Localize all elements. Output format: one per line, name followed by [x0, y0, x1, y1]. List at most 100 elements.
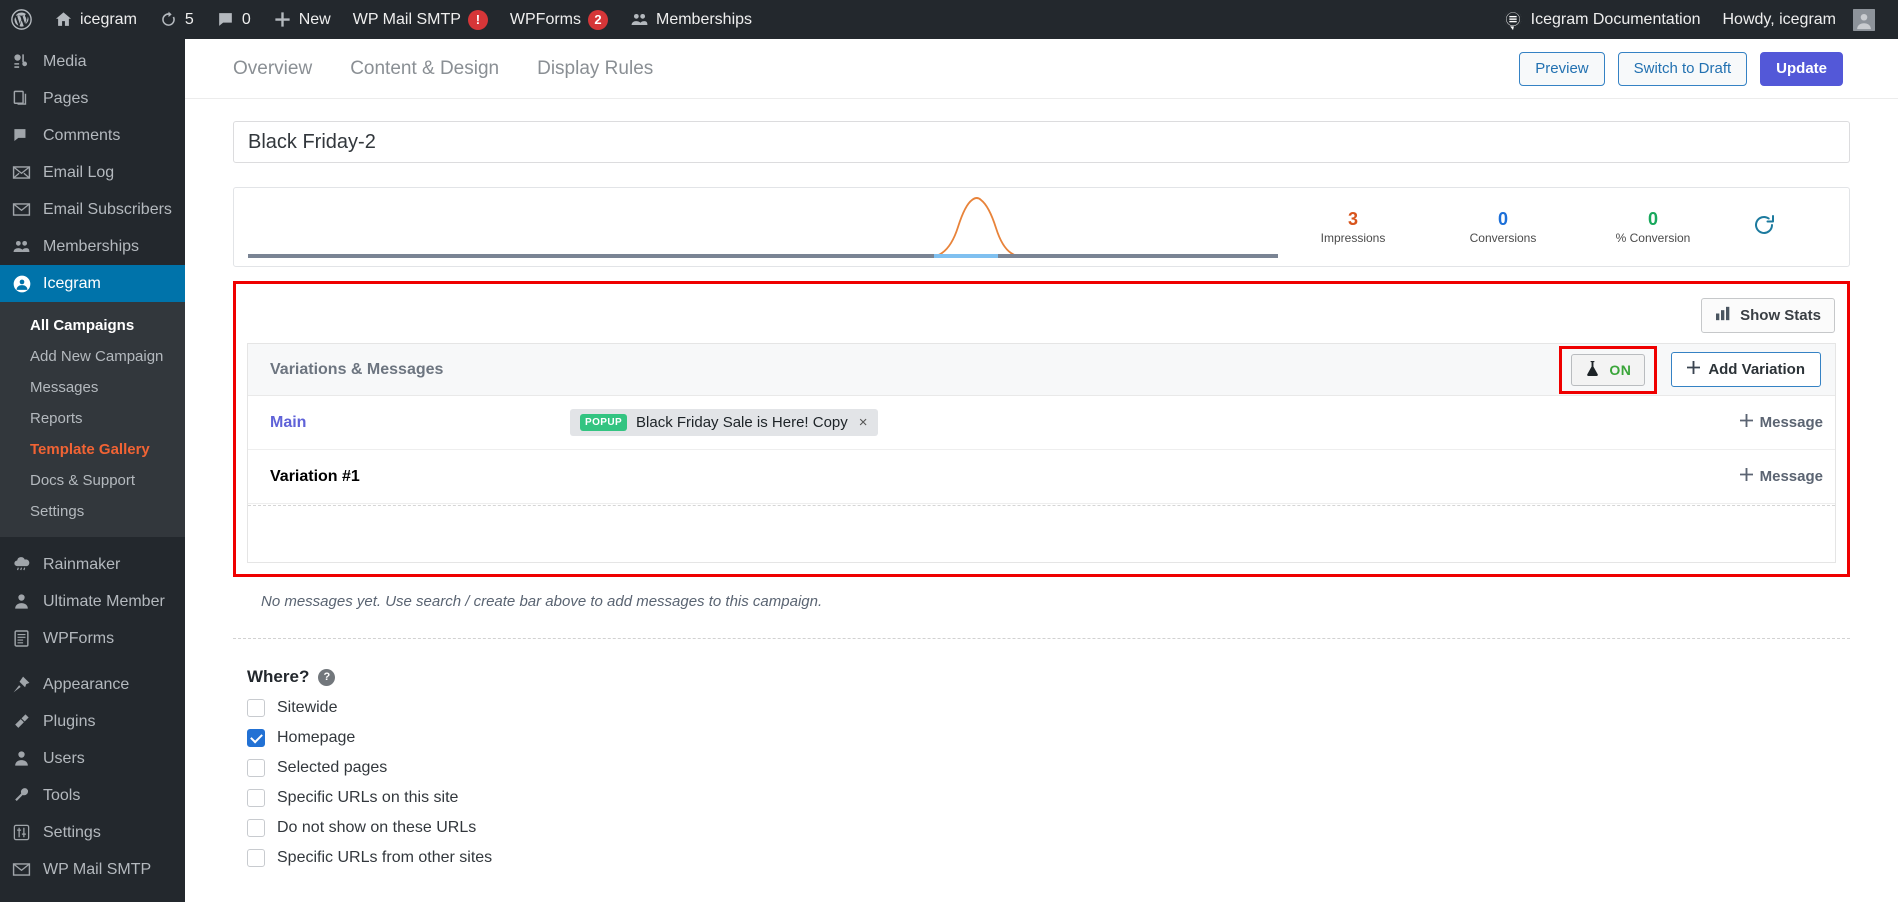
sidebar-separator — [0, 537, 185, 546]
admin-bar-new-content[interactable]: New — [262, 0, 342, 39]
checkbox-sitewide[interactable] — [247, 699, 265, 717]
refresh-stats-button[interactable] — [1752, 213, 1776, 242]
admin-bar-updates[interactable]: 5 — [148, 0, 205, 39]
ultimate-member-icon — [12, 592, 38, 611]
tab-overview[interactable]: Overview — [233, 58, 312, 80]
sidebar-item-ultimate-member[interactable]: Ultimate Member — [0, 583, 185, 620]
sidebar-item-settings[interactable]: Settings — [0, 814, 185, 851]
submenu-docs-support[interactable]: Docs & Support — [0, 465, 185, 496]
switch-to-draft-button[interactable]: Switch to Draft — [1617, 51, 1748, 86]
admin-bar-wordpress-logo[interactable] — [0, 0, 43, 39]
variation-row-main: Main POPUP Black Friday Sale is Here! Co… — [248, 396, 1835, 450]
submenu-settings[interactable]: Settings — [0, 496, 185, 527]
admin-bar-wpforms[interactable]: WPForms 2 — [499, 0, 619, 39]
impressions-sparkline — [248, 194, 1278, 260]
update-button[interactable]: Update — [1760, 51, 1843, 86]
email-subscribers-icon — [12, 200, 38, 219]
add-message-label-main: Message — [1759, 414, 1823, 431]
sidebar-item-tools[interactable]: Tools — [0, 777, 185, 814]
campaign-body: 3 Impressions 0 Conversions 0 % Conversi… — [185, 99, 1898, 902]
submenu-template-gallery[interactable]: Template Gallery — [0, 434, 185, 465]
sidebar-item-comments[interactable]: Comments — [0, 117, 185, 154]
conversion-percent-label: % Conversion — [1615, 231, 1691, 246]
where-option-sitewide-label: Sitewide — [277, 699, 338, 716]
site-name-label: icegram — [80, 10, 137, 28]
conversion-percent-value: 0 — [1647, 208, 1658, 229]
where-option-sitewide[interactable]: Sitewide — [233, 693, 1850, 723]
variations-panel-title: Variations & Messages — [270, 360, 444, 378]
campaign-header: Overview Content & Design Display Rules … — [185, 39, 1898, 99]
campaign-title-input[interactable] — [233, 121, 1850, 163]
campaign-stats-bar: 3 Impressions 0 Conversions 0 % Conversi… — [233, 187, 1850, 267]
sidebar-item-wp-mail-smtp-label: WP Mail SMTP — [43, 860, 152, 878]
admin-bar-right: Icegram Documentation Howdy, icegram — [1491, 0, 1898, 39]
sidebar-item-icegram[interactable]: Icegram — [0, 265, 185, 302]
ab-test-state-label: ON — [1609, 361, 1632, 378]
checkbox-other-sites[interactable] — [247, 849, 265, 867]
sidebar-item-appearance[interactable]: Appearance — [0, 666, 185, 703]
sidebar-item-email-log[interactable]: Email Log — [0, 154, 185, 191]
message-chip-label: Black Friday Sale is Here! Copy — [636, 414, 848, 431]
checkbox-specific-urls[interactable] — [247, 789, 265, 807]
sidebar-item-users[interactable]: Users — [0, 740, 185, 777]
sidebar-item-pages[interactable]: Pages — [0, 80, 185, 117]
sidebar-item-memberships[interactable]: Memberships — [0, 228, 185, 265]
where-option-homepage[interactable]: Homepage — [233, 723, 1850, 753]
message-chip-close-icon[interactable]: × — [859, 414, 868, 431]
comments-icon — [12, 126, 38, 145]
sidebar-item-plugins-label: Plugins — [43, 712, 96, 730]
email-log-icon — [12, 163, 38, 182]
show-stats-button[interactable]: Show Stats — [1701, 298, 1835, 333]
submenu-messages[interactable]: Messages — [0, 372, 185, 403]
admin-bar-wp-mail-smtp[interactable]: WP Mail SMTP ! — [342, 0, 499, 39]
message-chip[interactable]: POPUP Black Friday Sale is Here! Copy × — [570, 409, 878, 436]
submenu-add-new-campaign[interactable]: Add New Campaign — [0, 341, 185, 372]
plus-icon — [1687, 361, 1701, 378]
tab-display-rules[interactable]: Display Rules — [537, 58, 653, 80]
sidebar-item-pages-label: Pages — [43, 89, 89, 107]
ab-test-toggle-button[interactable]: ON — [1571, 353, 1646, 386]
wp-mail-smtp-label: WP Mail SMTP — [352, 10, 461, 28]
appearance-icon — [12, 675, 38, 694]
icegram-documentation-label: Icegram Documentation — [1530, 10, 1701, 28]
where-option-other-sites[interactable]: Specific URLs from other sites — [233, 843, 1850, 873]
submenu-all-campaigns[interactable]: All Campaigns — [0, 310, 185, 341]
submenu-reports[interactable]: Reports — [0, 403, 185, 434]
plugins-icon — [12, 712, 38, 731]
preview-button[interactable]: Preview — [1519, 51, 1605, 86]
where-option-exclude-urls[interactable]: Do not show on these URLs — [233, 813, 1850, 843]
tab-content-design[interactable]: Content & Design — [350, 58, 499, 80]
sidebar-item-rainmaker[interactable]: Rainmaker — [0, 546, 185, 583]
sidebar-item-icegram-label: Icegram — [43, 274, 101, 292]
sidebar-item-email-subscribers[interactable]: Email Subscribers — [0, 191, 185, 228]
sidebar-item-wpforms[interactable]: WPForms — [0, 620, 185, 657]
update-icon — [159, 10, 178, 29]
admin-bar-site-name[interactable]: icegram — [43, 0, 148, 39]
checkbox-selected-pages[interactable] — [247, 759, 265, 777]
tools-icon — [12, 786, 38, 805]
sidebar-item-media[interactable]: Media — [0, 43, 185, 80]
where-option-specific-urls[interactable]: Specific URLs on this site — [233, 783, 1850, 813]
variation-name-main[interactable]: Main — [270, 414, 570, 432]
sidebar-item-wp-mail-smtp[interactable]: WP Mail SMTP — [0, 851, 185, 888]
add-message-button-variation-1[interactable]: Message — [1739, 468, 1823, 485]
sidebar-item-plugins[interactable]: Plugins — [0, 703, 185, 740]
admin-bar: icegram 5 0 New WP Mail SMTP ! WPForms 2… — [0, 0, 1898, 39]
variation-name-1[interactable]: Variation #1 — [270, 468, 570, 486]
admin-bar-memberships[interactable]: Memberships — [619, 0, 763, 39]
wpforms-icon — [12, 629, 38, 648]
admin-bar-icegram-documentation[interactable]: Icegram Documentation — [1491, 0, 1712, 39]
admin-bar-my-account[interactable]: Howdy, icegram — [1711, 0, 1898, 39]
sidebar-item-email-log-label: Email Log — [43, 163, 115, 181]
add-message-button-main[interactable]: Message — [1739, 414, 1823, 431]
rainmaker-icon — [12, 555, 38, 574]
variations-highlight-box: Show Stats Variations & Messages ON Add … — [233, 281, 1850, 577]
where-option-selected-pages[interactable]: Selected pages — [233, 753, 1850, 783]
checkbox-homepage[interactable] — [247, 729, 265, 747]
help-icon[interactable]: ? — [318, 668, 336, 686]
memberships-icon — [12, 237, 38, 256]
checkbox-exclude-urls[interactable] — [247, 819, 265, 837]
wp-mail-smtp-badge: ! — [467, 9, 488, 30]
add-variation-button[interactable]: Add Variation — [1671, 352, 1821, 387]
admin-bar-comments[interactable]: 0 — [205, 0, 262, 39]
